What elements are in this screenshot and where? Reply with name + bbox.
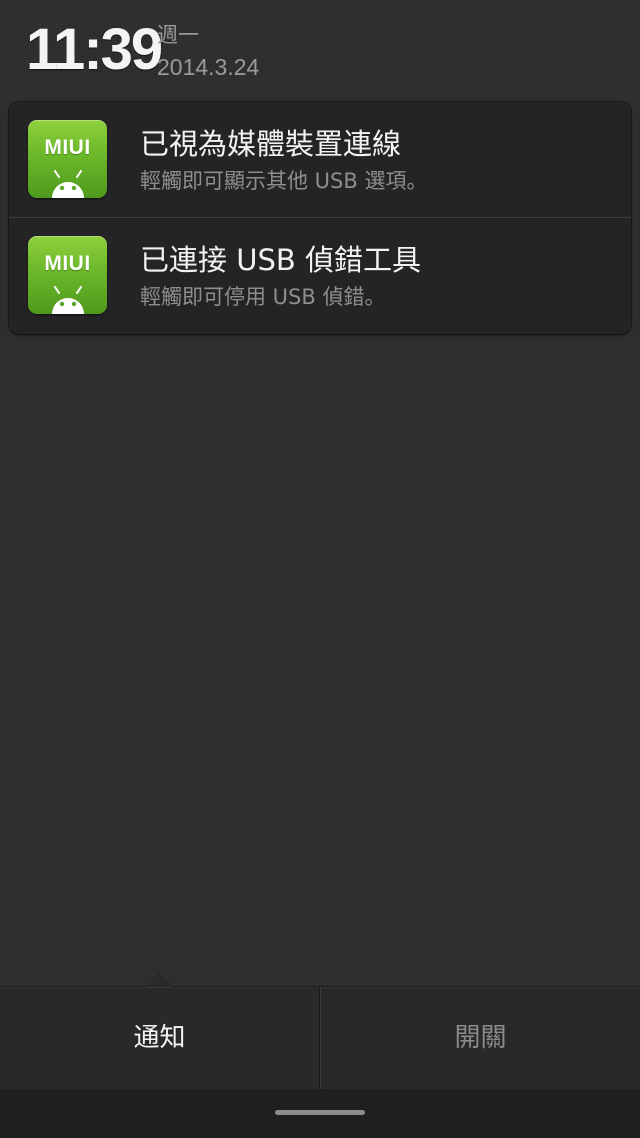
app-icon-label: MIUI [44, 136, 91, 159]
android-robot-icon [52, 286, 84, 314]
shade-bottom-bar [0, 1089, 640, 1138]
tab-notifications[interactable]: 通知 [0, 987, 319, 1089]
notification-usb-media[interactable]: MIUI 已視為媒體裝置連線 輕觸即可顯示其他 USB 選項。 [9, 102, 631, 217]
miui-android-icon: MIUI [28, 120, 107, 198]
weekday-label: 週一 [157, 23, 199, 47]
shade-tab-bar: 通知 開關 [0, 973, 640, 1089]
tab-toggles[interactable]: 開關 [321, 987, 640, 1089]
notification-text: 輕觸即可顯示其他 USB 選項。 [140, 169, 428, 193]
notification-usb-debugging[interactable]: MIUI 已連接 USB 偵錯工具 輕觸即可停用 USB 偵錯。 [9, 217, 631, 333]
notification-title: 已視為媒體裝置連線 [140, 127, 402, 161]
notification-title: 已連接 USB 偵錯工具 [140, 243, 421, 277]
drag-handle[interactable] [275, 1110, 365, 1115]
active-tab-pointer [145, 973, 173, 987]
android-robot-icon [52, 170, 84, 198]
clock-time: 11:39 [26, 17, 163, 82]
date-label: 2014.3.24 [157, 54, 260, 80]
status-header: 11:39 週一 2014.3.24 [0, 0, 640, 100]
notification-text: 輕觸即可停用 USB 偵錯。 [140, 285, 386, 309]
miui-android-icon: MIUI [28, 236, 107, 314]
app-icon-label: MIUI [44, 252, 91, 275]
notification-list: MIUI 已視為媒體裝置連線 輕觸即可顯示其他 USB 選項。 MIUI 已連接… [9, 102, 631, 334]
